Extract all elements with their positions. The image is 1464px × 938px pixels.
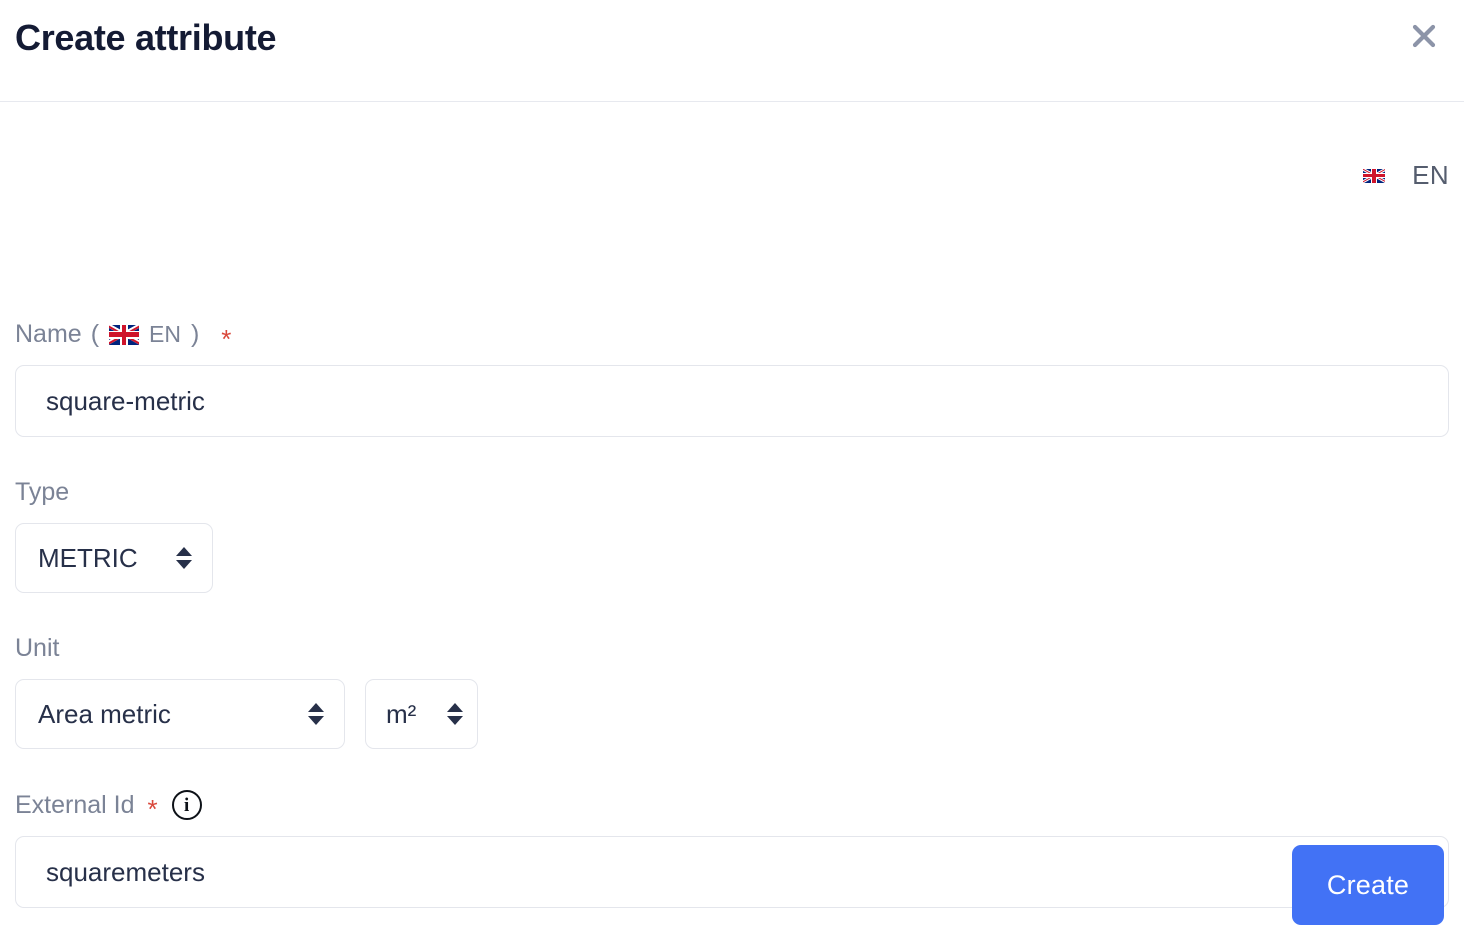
external-id-input[interactable] <box>15 836 1449 908</box>
type-select[interactable]: METRIC <box>15 523 213 593</box>
external-id-label: External Id * i <box>15 790 1449 824</box>
unit-label-text: Unit <box>15 634 60 662</box>
name-label-text: Name <box>15 320 82 348</box>
info-icon[interactable]: i <box>171 790 202 820</box>
modal-header: Create attribute <box>0 0 1464 102</box>
paren-open: ( <box>90 320 100 348</box>
name-label-lang-wrap: ( EN ) <box>91 320 200 349</box>
unit-field-group: Unit Area metric m² <box>15 634 478 749</box>
chevron-updown-icon <box>176 547 212 569</box>
external-id-label-text: External Id <box>15 790 135 819</box>
name-input[interactable] <box>15 365 1449 437</box>
unit-symbol-select[interactable]: m² <box>365 679 478 749</box>
type-field-group: Type METRIC <box>15 478 213 593</box>
name-label: Name ( EN ) * <box>15 320 1449 354</box>
unit-label: Unit <box>15 634 478 663</box>
unit-symbol-select-value: m² <box>386 698 417 729</box>
create-attribute-modal: Create attribute EN Name (EN) * square… <box>0 0 1464 938</box>
close-button[interactable] <box>1402 14 1446 58</box>
unit-select-row: Area metric m² <box>15 679 478 749</box>
type-label-text: Type <box>15 478 70 506</box>
page-title: Create attribute <box>15 17 277 58</box>
close-icon <box>1409 21 1439 51</box>
chevron-updown-icon <box>447 703 477 725</box>
uk-flag-icon <box>109 324 140 345</box>
type-label: Type <box>15 478 213 507</box>
unit-group-select[interactable]: Area metric <box>15 679 345 749</box>
required-marker: * <box>221 323 232 354</box>
uk-flag-icon <box>1363 168 1386 183</box>
language-switcher[interactable]: EN <box>1363 160 1449 191</box>
required-marker: * <box>147 794 158 824</box>
type-select-value: METRIC <box>38 542 138 573</box>
modal-body: EN Name ( EN ) * Typ <box>0 102 1464 938</box>
chevron-updown-icon <box>308 703 344 725</box>
unit-group-select-value: Area metric <box>38 698 171 729</box>
language-code: EN <box>1412 160 1449 190</box>
name-field-group: Name ( EN ) * <box>15 320 1449 437</box>
type-select-row: METRIC <box>15 523 213 593</box>
paren-close: ) <box>190 320 200 348</box>
info-icon-glyph: i <box>184 794 190 816</box>
create-button[interactable]: Create <box>1292 845 1444 925</box>
name-label-lang: EN <box>149 321 181 347</box>
external-id-field-group: External Id * i <box>15 790 1449 908</box>
